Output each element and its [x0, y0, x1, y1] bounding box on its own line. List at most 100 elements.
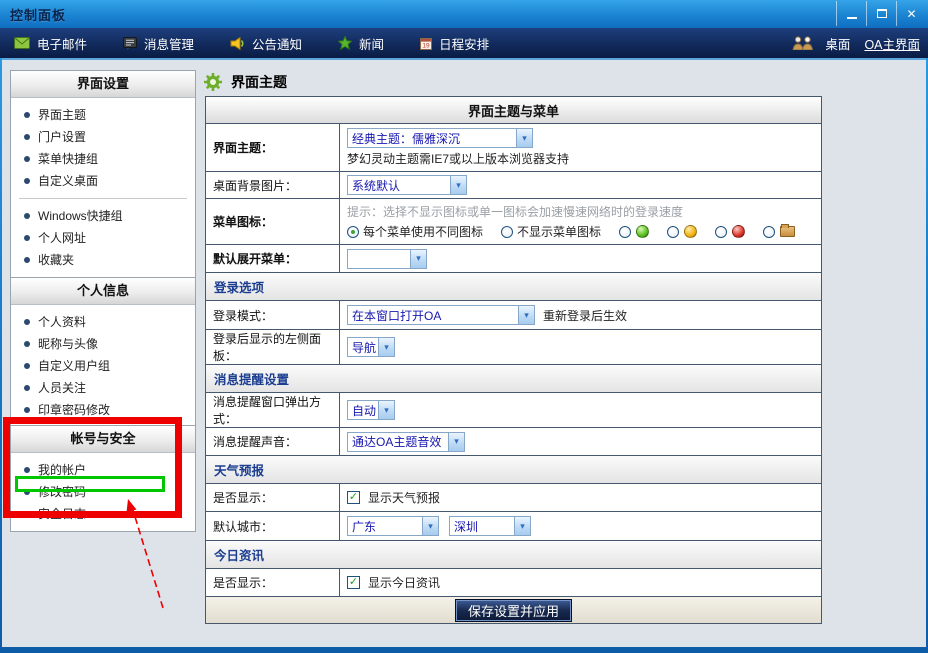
- sidebar-item-personal-profile[interactable]: 个人资料: [11, 311, 195, 333]
- row-default-city: 默认城市： 广东 ▾ 深圳 ▾: [206, 511, 821, 540]
- section-today-news: 今日资讯: [206, 540, 821, 568]
- minimize-button[interactable]: [836, 1, 866, 26]
- sidebar-item-custom-desktop[interactable]: 自定义桌面: [11, 170, 195, 192]
- chevron-down-icon: ▾: [514, 517, 530, 535]
- row-default-expanded-menu: 默认展开菜单： ▾: [206, 244, 821, 272]
- left-panel-select[interactable]: 导航 ▾: [347, 337, 395, 357]
- chevron-down-icon: ▾: [448, 433, 464, 451]
- sidebar-divider: [19, 198, 187, 199]
- bullet-icon: [24, 178, 30, 184]
- folder-icon: [780, 226, 795, 237]
- maximize-button[interactable]: [866, 1, 896, 26]
- green-ball-icon: [636, 225, 649, 238]
- sidebar-item-favorites[interactable]: 收藏夹: [11, 249, 195, 271]
- field-label: 消息提醒声音：: [206, 428, 340, 455]
- sidebar-list: 我的帐户 修改密码 安全日志: [11, 453, 195, 531]
- row-login-mode: 登录模式： 在本窗口打开OA ▾ 重新登录后生效: [206, 300, 821, 329]
- gear-icon: [203, 72, 223, 92]
- radio-yellow-ball-icon[interactable]: [667, 226, 679, 238]
- toolbar-item-label: 公告通知: [252, 34, 302, 53]
- check-icon: ✓: [349, 577, 358, 588]
- sidebar-item-interface-theme[interactable]: 界面主题: [11, 104, 195, 126]
- sidebar-section-title: 个人信息: [11, 278, 195, 305]
- message-sound-select[interactable]: 通达OA主题音效 ▾: [347, 432, 465, 452]
- bullet-icon: [24, 319, 30, 325]
- table-footer: 保存设置并应用: [206, 596, 821, 623]
- login-mode-select[interactable]: 在本窗口打开OA ▾: [347, 305, 535, 325]
- sidebar-item-seal-password[interactable]: 印章密码修改: [11, 399, 195, 421]
- theme-select[interactable]: 经典主题：儒雅深沉 ▾: [347, 128, 533, 148]
- sidebar-item-people-follow[interactable]: 人员关注: [11, 377, 195, 399]
- radio-green-ball-icon[interactable]: [619, 226, 631, 238]
- field-label: 登录后显示的左侧面板：: [206, 330, 340, 364]
- sidebar-item-my-account[interactable]: 我的帐户: [11, 459, 195, 481]
- field-label: 是否显示：: [206, 569, 340, 596]
- sidebar-section-account-security: 帐号与安全 我的帐户 修改密码 安全日志: [10, 425, 196, 532]
- field-label: 默认城市：: [206, 512, 340, 540]
- toolbar-item-news[interactable]: 新闻: [338, 34, 384, 53]
- svg-text:19: 19: [422, 42, 430, 49]
- default-menu-select[interactable]: ▾: [347, 249, 427, 269]
- bullet-icon: [24, 385, 30, 391]
- sidebar-section-title: 帐号与安全: [11, 426, 195, 453]
- news-star-icon: [338, 36, 352, 50]
- toolbar-item-label: 消息管理: [144, 34, 194, 53]
- row-interface-theme: 界面主题： 经典主题：儒雅深沉 ▾ 梦幻灵动主题需IE7或以上版本浏览器支持: [206, 123, 821, 171]
- desktop-link[interactable]: 桌面: [825, 34, 850, 53]
- chevron-down-icon: ▾: [450, 176, 466, 194]
- sidebar-item-windows-shortcut-group[interactable]: Windows快捷组: [11, 205, 195, 227]
- sidebar-item-menu-shortcut-group[interactable]: 菜单快捷组: [11, 148, 195, 170]
- window-title: 控制面板: [10, 5, 66, 24]
- page-title: 界面主题: [231, 72, 287, 92]
- row-desktop-background: 桌面背景图片： 系统默认 ▾: [206, 171, 821, 198]
- chevron-down-icon: ▾: [410, 250, 426, 268]
- toolbar-item-messages[interactable]: 消息管理: [123, 34, 194, 53]
- row-message-sound: 消息提醒声音： 通达OA主题音效 ▾: [206, 427, 821, 455]
- sidebar-item-custom-user-group[interactable]: 自定义用户组: [11, 355, 195, 377]
- chevron-down-icon: ▾: [518, 306, 534, 324]
- chevron-down-icon: ▾: [378, 401, 394, 419]
- bullet-icon: [24, 511, 30, 517]
- toolbar-item-announcements[interactable]: 公告通知: [230, 34, 302, 53]
- bullet-icon: [24, 156, 30, 162]
- radio-red-ball-icon[interactable]: [715, 226, 727, 238]
- field-label: 是否显示：: [206, 484, 340, 511]
- calendar-icon: 19: [420, 37, 432, 50]
- radio-no-menu-icons[interactable]: [501, 226, 513, 238]
- radio-different-menu-icons[interactable]: [347, 226, 359, 238]
- toolbar-item-email[interactable]: 电子邮件: [14, 34, 87, 53]
- bullet-icon: [24, 257, 30, 263]
- sidebar-item-nickname-avatar[interactable]: 昵称与头像: [11, 333, 195, 355]
- sidebar-list: 个人资料 昵称与头像 自定义用户组 人员关注 印章密码修改: [11, 305, 195, 427]
- radio-label: 不显示菜单图标: [517, 223, 601, 240]
- sidebar-item-security-log[interactable]: 安全日志: [11, 503, 195, 525]
- message-popup-select[interactable]: 自动 ▾: [347, 400, 395, 420]
- toolbar-item-label: 新闻: [359, 34, 384, 53]
- yellow-ball-icon: [684, 225, 697, 238]
- city-select[interactable]: 深圳 ▾: [449, 516, 531, 536]
- titlebar: 控制面板 ✕: [0, 0, 928, 28]
- close-button[interactable]: ✕: [896, 1, 926, 26]
- oa-main-link[interactable]: OA主界面: [864, 34, 920, 53]
- field-label: 菜单图标：: [206, 199, 340, 244]
- province-select[interactable]: 广东 ▾: [347, 516, 439, 536]
- show-news-checkbox[interactable]: ✓: [347, 576, 360, 589]
- sidebar-list: 界面主题 门户设置 菜单快捷组 自定义桌面 Windows快捷组 个人网址 收藏…: [11, 98, 195, 277]
- toolbar: 电子邮件 消息管理 公告通知 新闻 19 日程安排 桌面 OA主界面: [0, 28, 928, 58]
- row-menu-icons: 菜单图标： 提示：选择不显示图标或单一图标会加速慢速网络时的登录速度 每个菜单使…: [206, 198, 821, 244]
- sidebar-item-personal-urls[interactable]: 个人网址: [11, 227, 195, 249]
- control-panel-window: { "window": { "title": "控制面板" }, "icons"…: [0, 0, 928, 653]
- checkbox-label: 显示今日资讯: [368, 574, 440, 591]
- radio-folder-icon[interactable]: [763, 226, 775, 238]
- close-icon: ✕: [906, 8, 916, 20]
- toolbar-item-schedule[interactable]: 19 日程安排: [420, 34, 489, 53]
- show-weather-checkbox[interactable]: ✓: [347, 491, 360, 504]
- radio-label: 每个菜单使用不同图标: [363, 223, 483, 240]
- save-apply-button[interactable]: 保存设置并应用: [455, 599, 572, 622]
- section-login-options: 登录选项: [206, 272, 821, 300]
- background-select[interactable]: 系统默认 ▾: [347, 175, 467, 195]
- sidebar-section-interface-settings: 界面设置 界面主题 门户设置 菜单快捷组 自定义桌面 Windows快捷组 个人…: [10, 70, 196, 278]
- chevron-down-icon: ▾: [422, 517, 438, 535]
- sidebar-item-change-password[interactable]: 修改密码: [11, 481, 195, 503]
- sidebar-item-portal-settings[interactable]: 门户设置: [11, 126, 195, 148]
